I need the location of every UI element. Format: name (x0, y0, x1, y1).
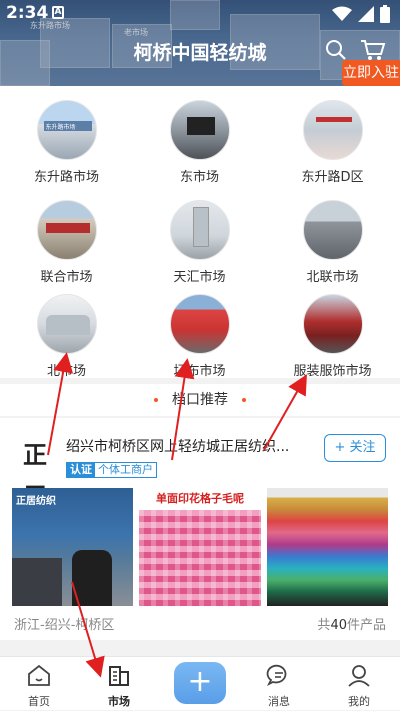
product-image[interactable]: 正居纺织 (12, 488, 134, 606)
cart-icon[interactable] (360, 38, 386, 62)
market-lianhe[interactable]: 联合市场 (0, 186, 133, 285)
tab-label: 我的 (348, 695, 370, 708)
header-banner: 东升路市场 老市场 2:34 A 柯桥中国轻纺城 立即入驻 (0, 0, 400, 86)
market-dongshenglu-d[interactable]: 东升路D区 (266, 86, 399, 185)
market-beilian[interactable]: 北联市场 (266, 186, 399, 285)
market-thumb (302, 294, 363, 354)
market-thumb (169, 100, 230, 160)
market-thumb: 东升路市场 (36, 100, 97, 160)
market-fuzhuang[interactable]: 服装服饰市场 (266, 280, 399, 379)
market-pibu[interactable]: 坯布市场 (133, 280, 266, 379)
market-thumb (302, 100, 363, 160)
notification-a-icon: A (52, 6, 64, 19)
product-image[interactable] (266, 488, 388, 606)
product-count: 共40件产品 (317, 614, 386, 633)
tab-home[interactable]: 首页 (4, 657, 74, 711)
tab-label: 市场 (108, 695, 130, 708)
building-icon (109, 666, 129, 686)
market-dong[interactable]: 东市场 (133, 86, 266, 185)
home-icon (28, 664, 50, 686)
tab-label: 首页 (28, 695, 50, 708)
signal-icon (358, 6, 374, 22)
market-grid: 东升路市场 东升路市场 东市场 东升路D区 联合市场 天汇市场 北联市场 北市场… (0, 86, 400, 379)
follow-button[interactable]: + 关注 (324, 434, 386, 462)
product-images: 正居纺织 单面印花格子毛呢 (12, 488, 388, 606)
market-label: 坯布市场 (173, 364, 226, 379)
market-label: 东升路市场 (33, 170, 99, 185)
product-caption: 单面印花格子毛呢 (139, 488, 261, 510)
status-time: 2:34 (6, 3, 49, 23)
tab-profile[interactable]: 我的 (324, 657, 394, 711)
shop-location: 浙江-绍兴-柯桥区 (14, 618, 115, 633)
search-icon[interactable] (324, 38, 348, 62)
market-thumb (36, 294, 97, 354)
add-button[interactable]: + (174, 662, 226, 704)
badge-verify: 认证 (67, 463, 95, 477)
count-prefix: 共 (317, 618, 331, 633)
market-tianhui[interactable]: 天汇市场 (133, 186, 266, 285)
market-thumb (169, 294, 230, 354)
tab-market[interactable]: 市场 (84, 657, 154, 711)
badge-type: 个体工商户 (98, 463, 153, 476)
join-button[interactable]: 立即入驻 (342, 60, 400, 86)
tab-messages[interactable]: 消息 (244, 657, 314, 711)
status-bar: 2:34 A (0, 0, 400, 28)
section-title: 档口推荐 (0, 384, 400, 416)
section-title-text: 档口推荐 (172, 392, 228, 408)
market-label: 东市场 (179, 170, 219, 185)
market-dongshenglu[interactable]: 东升路市场 东升路市场 (0, 86, 133, 185)
battery-icon (380, 5, 390, 23)
message-icon (266, 664, 287, 687)
market-thumb (36, 200, 97, 260)
section-dot (154, 398, 158, 402)
market-thumb (169, 200, 230, 260)
shop-logo: 正居 (23, 440, 47, 511)
wifi-icon (332, 6, 352, 21)
thumb-sign: 东升路市场 (45, 124, 76, 131)
market-label: 服装服饰市场 (293, 364, 372, 379)
product-image[interactable]: 单面印花格子毛呢 (139, 488, 261, 606)
market-bei[interactable]: 北市场 (0, 280, 133, 379)
user-icon (348, 665, 370, 687)
count-value: 40 (330, 618, 347, 633)
tab-label: 消息 (268, 695, 290, 708)
shop-name[interactable]: 绍兴市柯桥区网上轻纺城正居纺织... (66, 436, 314, 456)
market-label: 东升路D区 (301, 170, 364, 185)
product-brand: 正居纺织 (16, 496, 56, 507)
market-thumb (302, 200, 363, 260)
shop-badge: 认证 个体工商户 (66, 462, 157, 478)
section-dot (242, 398, 246, 402)
shop-card[interactable]: 正居 绍兴市柯桥区网上轻纺城正居纺织... 认证 个体工商户 + 关注 正居纺织… (0, 418, 400, 640)
market-label: 北市场 (46, 364, 86, 379)
count-suffix: 件产品 (346, 618, 386, 633)
